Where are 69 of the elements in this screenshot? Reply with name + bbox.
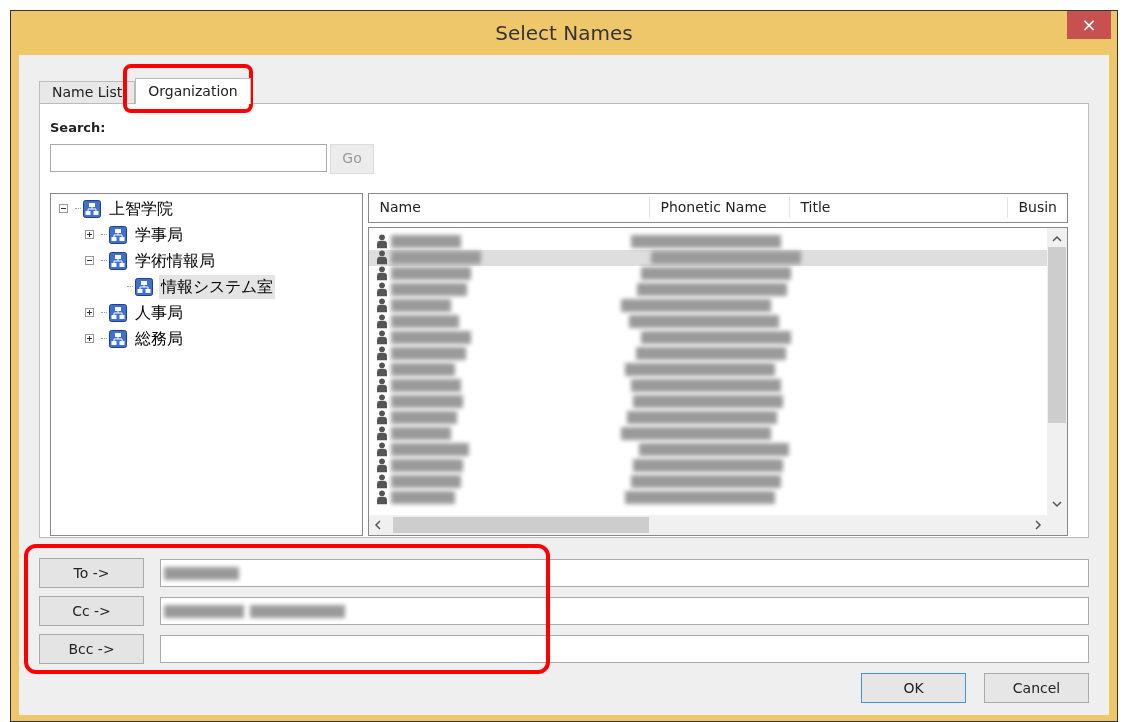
tree-item[interactable]: 学事局 [133,222,185,247]
scroll-right-icon[interactable] [1033,519,1043,530]
column-header[interactable]: Busin [1008,197,1067,218]
org-chart-icon [83,199,101,218]
recipient-button[interactable]: Cc -> [39,596,144,626]
scrollbar-thumb[interactable] [393,516,650,533]
person-icon [377,410,388,425]
collapse-icon[interactable] [59,204,68,213]
redacted-name [391,427,452,440]
person-icon [377,458,388,473]
org-chart-icon [109,251,127,270]
person-icon [377,282,388,297]
close-button[interactable]: × [1067,11,1111,39]
redacted-name [391,491,456,504]
org-chart-icon [135,277,153,296]
column-header[interactable]: Title [790,197,1009,218]
recipient-button[interactable]: To -> [39,558,144,588]
search-field[interactable] [50,143,327,172]
redacted-name [391,379,462,392]
horizontal-scrollbar[interactable] [369,514,1067,535]
person-icon [377,426,388,441]
dialog-button[interactable]: Cancel [984,673,1089,703]
person-icon [377,362,388,377]
recipient-field[interactable] [160,559,1089,587]
person-icon [377,346,388,361]
person-icon [377,314,388,329]
org-chart-icon [109,225,127,244]
vertical-scrollbar[interactable] [1047,227,1067,515]
redacted-name [391,299,452,312]
person-icon [377,442,388,457]
tree-item[interactable]: 学術情報局 [133,248,217,273]
recipient-field[interactable] [160,635,1089,663]
scrollbar-thumb[interactable] [1048,246,1066,423]
recipient-field[interactable] [160,597,1089,625]
tree-item[interactable]: 情報システム室 [159,274,275,299]
expand-icon[interactable] [85,230,94,239]
redacted-name [391,411,458,424]
column-header[interactable]: Phonetic Name [650,197,791,218]
org-chart-icon [109,303,127,322]
person-icon [377,298,388,313]
tree-item[interactable]: 人事局 [133,300,185,325]
dialog-button[interactable]: OK [861,673,966,703]
window-title: Select Names [495,20,633,47]
person-icon [377,250,388,265]
collapse-icon[interactable] [85,256,94,265]
expand-icon[interactable] [85,308,94,317]
person-icon [377,330,388,345]
column-header[interactable]: Name [369,197,651,218]
search-label: Search: [50,119,107,137]
person-icon [377,474,388,489]
person-icon [377,234,388,249]
scroll-up-icon[interactable] [1052,233,1062,244]
redacted-name [391,475,462,488]
tab[interactable]: Name List [39,81,136,103]
redacted-name [391,315,460,328]
scroll-left-icon[interactable] [373,519,384,530]
person-icon [377,490,388,505]
org-chart-icon [109,329,127,348]
redacted-name [391,363,456,376]
tree-item[interactable]: 総務局 [133,326,185,351]
tree-item[interactable]: 上智学院 [107,196,175,221]
recipient-button[interactable]: Bcc -> [39,634,144,664]
expand-icon[interactable] [85,334,94,343]
person-icon [377,378,388,393]
person-icon [377,394,388,409]
redacted-name [391,235,462,248]
person-icon [377,266,388,281]
scroll-down-icon[interactable] [1052,498,1062,509]
tab[interactable]: Organization [135,78,251,104]
